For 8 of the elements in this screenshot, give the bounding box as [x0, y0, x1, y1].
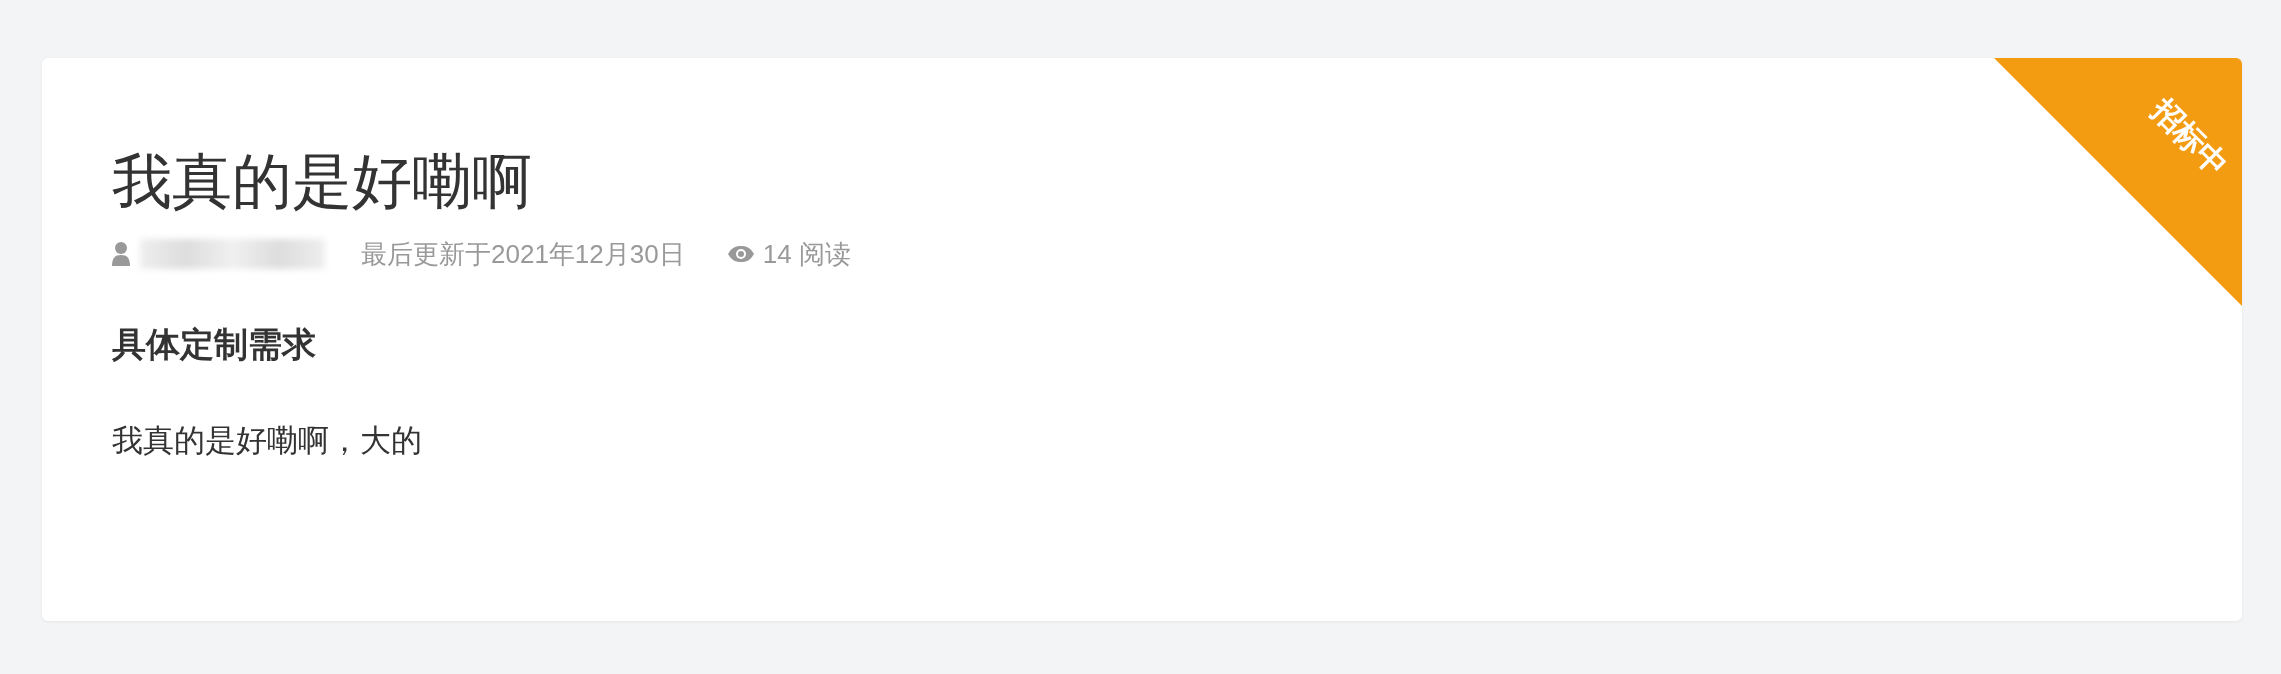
- description-text: 我真的是好嘞啊，大的: [112, 422, 422, 460]
- post-title: 我真的是好嘞啊: [112, 147, 532, 217]
- user-icon: [112, 241, 130, 267]
- status-label: 招标中: [2143, 92, 2236, 184]
- update-date: 最后更新于2021年12月30日: [361, 238, 685, 271]
- view-count: 14 阅读: [762, 238, 851, 271]
- eye-icon: [726, 245, 755, 263]
- section-heading: 具体定制需求: [112, 324, 316, 365]
